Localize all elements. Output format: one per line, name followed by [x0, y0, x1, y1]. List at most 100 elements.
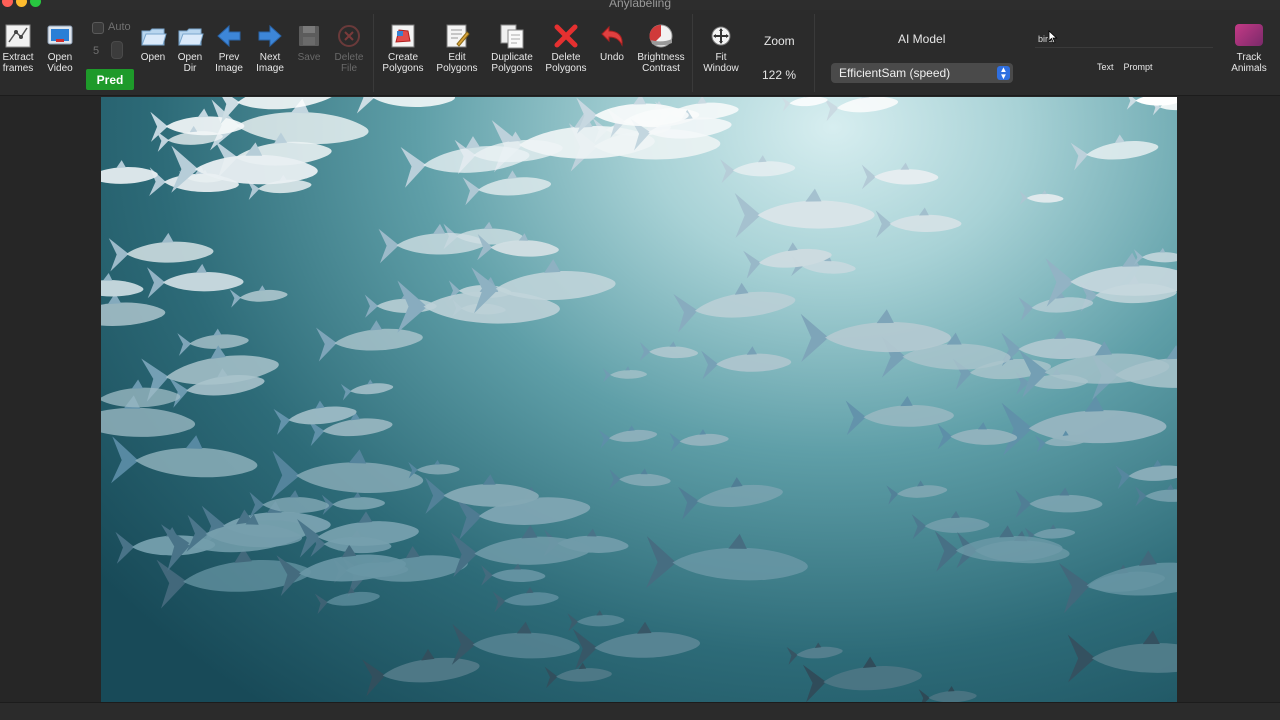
fish [451, 621, 580, 665]
fish [720, 155, 796, 184]
fish [786, 642, 843, 665]
fish [646, 533, 808, 589]
fish [481, 563, 546, 586]
mouse-cursor-icon [1048, 30, 1058, 44]
fish [609, 468, 671, 490]
fish [886, 480, 948, 505]
undo-button[interactable]: Undo [584, 22, 640, 63]
create-polygons-icon [391, 24, 415, 48]
status-bar [0, 702, 1280, 720]
auto-checkbox[interactable] [92, 22, 104, 34]
delete-file-label: Delete File [334, 52, 364, 74]
undo-label: Undo [600, 52, 624, 63]
fish [602, 366, 647, 383]
fish [567, 610, 625, 632]
text-prompt-button[interactable]: Text Prompt [1097, 62, 1153, 72]
fish [937, 422, 1018, 450]
image-canvas[interactable] [101, 97, 1177, 702]
fish [147, 263, 244, 299]
fish [845, 395, 954, 436]
pred-button[interactable]: Pred [86, 69, 134, 90]
duplicate-icon [500, 24, 524, 49]
text-prompt-label-text: Text [1097, 62, 1114, 72]
edit-icon [446, 24, 470, 48]
fish [450, 525, 591, 578]
fish [108, 232, 214, 272]
create-polygons-label: Create Polygons [382, 52, 424, 74]
brightness-contrast-button[interactable]: Brightness Contrast [633, 22, 689, 74]
open-video-button[interactable]: Open Video [32, 22, 88, 74]
fish [1067, 630, 1177, 683]
fish [1058, 550, 1177, 614]
edit-polygons-button[interactable]: Edit Polygons [429, 22, 485, 74]
fish [918, 685, 977, 702]
title-bar: Anylabeling [0, 0, 1280, 10]
fish [177, 328, 249, 356]
delete-x-icon [554, 24, 578, 48]
fish [492, 586, 559, 613]
text-prompt-label-prompt: Prompt [1123, 62, 1153, 72]
open-video-label: Open Video [47, 52, 73, 74]
fish [111, 435, 258, 484]
fish [678, 477, 783, 520]
create-polygons-button[interactable]: Create Polygons [375, 22, 431, 74]
fish [364, 292, 437, 318]
fish [321, 491, 385, 515]
toolbar-divider [814, 14, 815, 92]
fish [101, 273, 144, 297]
video-icon [47, 25, 73, 45]
fish [639, 341, 699, 361]
fish [1001, 396, 1167, 456]
arrow-right-icon [258, 24, 282, 48]
fish [229, 285, 288, 308]
toolbar: Extract frames Open Video Auto 5 Pred Op… [0, 10, 1280, 96]
fish [1115, 459, 1177, 490]
fish [572, 621, 701, 670]
fish [673, 282, 796, 333]
brightness-contrast-icon [649, 24, 673, 48]
text-prompt-input[interactable] [1035, 30, 1213, 48]
fish [356, 97, 456, 114]
track-animals-label: Track Animals [1231, 52, 1267, 74]
fish [823, 97, 899, 122]
arrow-left-icon [217, 24, 241, 48]
fish [802, 656, 922, 702]
fish [101, 293, 166, 326]
app-title: Anylabeling [608, 0, 672, 10]
fish [669, 429, 729, 452]
toolbar-divider [373, 14, 374, 92]
fish [340, 379, 394, 401]
frame-step-stepper[interactable] [111, 41, 123, 59]
fish [378, 223, 487, 264]
brightness-contrast-label: Brightness Contrast [637, 52, 685, 74]
fish [598, 425, 658, 449]
edit-polygons-label: Edit Polygons [436, 52, 478, 74]
chevron-updown-icon: ▲ ▼ [997, 66, 1010, 81]
fish [781, 97, 828, 112]
duplicate-polygons-label: Duplicate Polygons [491, 52, 533, 74]
delete-file-button[interactable]: Delete File [321, 22, 377, 74]
fish [875, 207, 962, 238]
zoom-value[interactable]: 122 % [762, 68, 796, 82]
fish [1019, 190, 1064, 206]
extract-frames-icon [5, 24, 31, 48]
ai-model-select[interactable]: EfficientSam (speed) ▲ ▼ [831, 63, 1013, 83]
duplicate-polygons-button[interactable]: Duplicate Polygons [484, 22, 540, 74]
fish [1070, 134, 1159, 171]
track-animals-button[interactable]: Track Animals [1226, 24, 1272, 74]
fish [911, 510, 990, 540]
ai-model-selected: EfficientSam (speed) [839, 66, 951, 80]
fish-school-image [101, 97, 1177, 702]
fit-window-button[interactable]: Fit Window [693, 22, 749, 74]
track-animals-icon [1235, 24, 1263, 46]
fish [314, 587, 380, 614]
fit-window-label: Fit Window [703, 52, 739, 74]
fish [734, 188, 875, 238]
workspace [0, 97, 1280, 702]
fish [861, 162, 939, 190]
fish [462, 170, 552, 206]
fish [1133, 247, 1177, 266]
fish [701, 346, 792, 380]
undo-icon [601, 25, 623, 47]
save-icon [299, 26, 319, 46]
